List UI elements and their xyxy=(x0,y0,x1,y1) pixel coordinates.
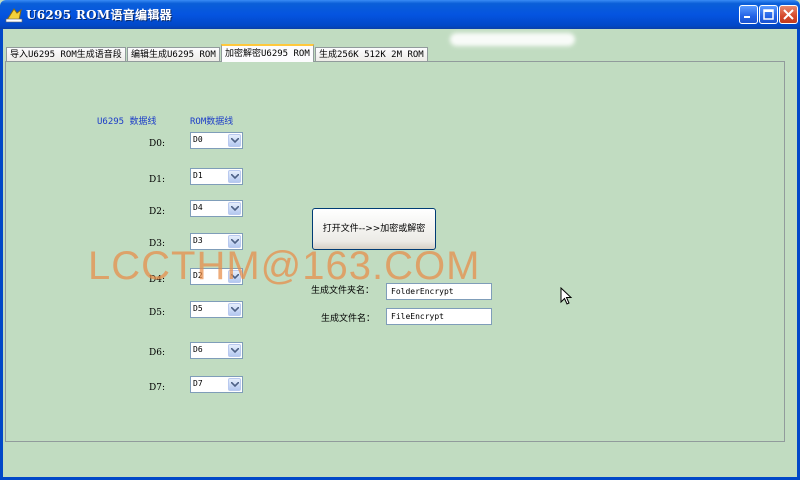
folder-name-label: 生成文件夹名： xyxy=(311,286,375,296)
d5-select-value: D5 xyxy=(193,304,203,313)
d5-select[interactable]: D5 xyxy=(190,301,243,318)
folder-name-input[interactable]: FolderEncrypt xyxy=(386,283,492,300)
dropdown-button[interactable] xyxy=(228,134,241,147)
dropdown-button[interactable] xyxy=(228,170,241,183)
u6295-data-line-header: U6295 数据线 xyxy=(97,117,157,127)
chevron-down-icon xyxy=(231,239,239,245)
d6-label: D6: xyxy=(149,348,165,358)
chevron-down-icon xyxy=(231,382,239,388)
dropdown-button[interactable] xyxy=(228,303,241,316)
d7-select[interactable]: D7 xyxy=(190,376,243,393)
d5-label: D5: xyxy=(149,308,165,318)
dropdown-button[interactable] xyxy=(228,202,241,215)
d2-label: D2: xyxy=(149,207,165,217)
d7-select-value: D7 xyxy=(193,379,203,388)
d1-select[interactable]: D1 xyxy=(190,168,243,185)
dropdown-button[interactable] xyxy=(228,378,241,391)
d4-select-value: D2 xyxy=(193,271,203,280)
d4-label: D4: xyxy=(149,275,165,285)
chevron-down-icon xyxy=(231,274,239,280)
mouse-cursor-icon xyxy=(560,287,573,305)
d6-select[interactable]: D6 xyxy=(190,342,243,359)
d0-label: D0: xyxy=(149,139,165,149)
chevron-down-icon xyxy=(231,138,239,144)
chevron-down-icon xyxy=(231,206,239,212)
d7-label: D7: xyxy=(149,383,165,393)
d2-select[interactable]: D4 xyxy=(190,200,243,217)
dropdown-button[interactable] xyxy=(228,344,241,357)
file-name-label: 生成文件名： xyxy=(321,314,376,324)
chevron-down-icon xyxy=(231,174,239,180)
chevron-down-icon xyxy=(231,307,239,313)
d3-label: D3: xyxy=(149,239,165,249)
open-file-encrypt-decrypt-button[interactable]: 打开文件-->>加密或解密 xyxy=(312,208,436,250)
rom-data-line-header: ROM数据线 xyxy=(190,117,234,127)
d0-select-value: D0 xyxy=(193,135,203,144)
d0-select[interactable]: D0 xyxy=(190,132,243,149)
d3-select[interactable]: D3 xyxy=(190,233,243,250)
d6-select-value: D6 xyxy=(193,345,203,354)
chevron-down-icon xyxy=(231,348,239,354)
d2-select-value: D4 xyxy=(193,203,203,212)
dropdown-button[interactable] xyxy=(228,235,241,248)
d1-label: D1: xyxy=(149,175,165,185)
d3-select-value: D3 xyxy=(193,236,203,245)
d4-select[interactable]: D2 xyxy=(190,268,243,285)
file-name-input[interactable]: FileEncrypt xyxy=(386,308,492,325)
d1-select-value: D1 xyxy=(193,171,203,180)
dropdown-button[interactable] xyxy=(228,270,241,283)
